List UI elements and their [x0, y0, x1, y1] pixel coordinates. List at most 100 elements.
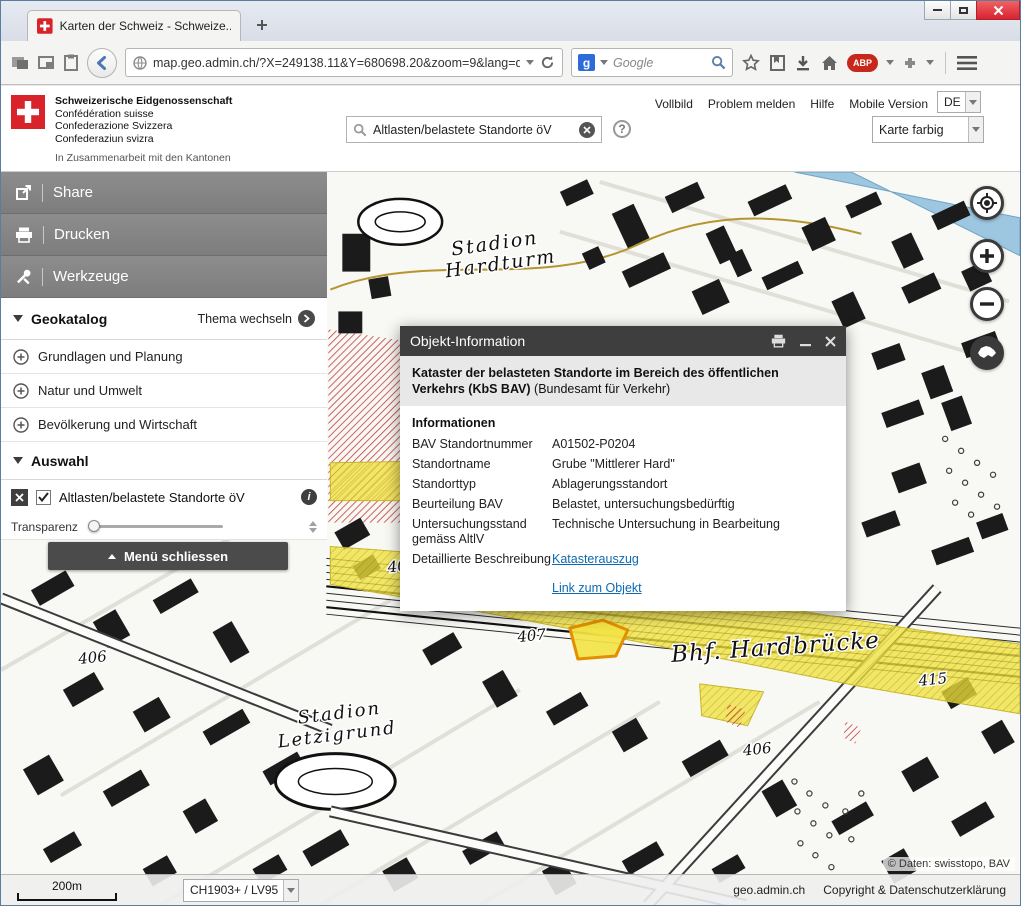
expand-plus-icon	[13, 417, 29, 433]
geoadmin-link[interactable]: geo.admin.ch	[733, 883, 805, 897]
adblock-plus-icon[interactable]: ABP	[847, 54, 878, 72]
layer-search-input[interactable]	[373, 123, 573, 137]
maximize-icon	[959, 7, 968, 14]
source-normal: (Bundesamt für Verkehr)	[534, 382, 670, 396]
close-icon	[993, 5, 1004, 16]
popup-header[interactable]: Objekt-Information	[400, 326, 846, 356]
recent-pages-icon[interactable]	[11, 55, 29, 71]
downloads-icon[interactable]	[794, 54, 812, 72]
theme-switch-button[interactable]: Thema wechseln	[198, 310, 316, 327]
attr-label: Detaillierte Beschreibung	[412, 552, 552, 567]
attr-label: Untersuchungsstand gemäss AltlV	[412, 517, 552, 547]
circle-arrow-icon	[298, 310, 315, 327]
search-help-button[interactable]: ?	[613, 120, 631, 138]
new-tab-button[interactable]	[249, 13, 275, 37]
layer-info-button[interactable]: i	[301, 489, 317, 505]
transparency-slider[interactable]	[88, 525, 223, 528]
move-down-icon	[309, 528, 317, 533]
search-bar[interactable]: g Google	[571, 48, 733, 77]
print-icon[interactable]	[771, 334, 786, 348]
catalog-item-natur[interactable]: Natur und Umwelt	[1, 374, 327, 408]
tools-button[interactable]: Werkzeuge	[1, 256, 327, 298]
clipboard-icon[interactable]	[63, 54, 79, 71]
url-dropdown-icon[interactable]	[526, 60, 534, 65]
spot-height-407: 407	[516, 625, 548, 646]
addon-dropdown-icon[interactable]	[926, 60, 934, 65]
confederation-logo: Schweizerische Eidgenossenschaft Confédé…	[11, 95, 232, 165]
close-menu-label: Menü schliessen	[124, 549, 228, 564]
catalog-item-bevoelkerung[interactable]: Bevölkerung und Wirtschaft	[1, 408, 327, 442]
close-icon[interactable]	[825, 336, 836, 347]
window-preview-icon[interactable]	[37, 55, 55, 71]
logo-line-it: Confederazione Svizzera	[55, 120, 232, 133]
language-select[interactable]: DE	[937, 91, 981, 113]
swiss-cross-icon	[11, 95, 45, 129]
minimize-button[interactable]	[924, 1, 951, 20]
layer-visibility-checkbox[interactable]	[36, 490, 51, 505]
share-button[interactable]: Share	[1, 172, 327, 214]
projection-caret-cell	[283, 880, 298, 901]
search-engine-dropdown-icon[interactable]	[600, 60, 608, 65]
logo-line-rm: Confederaziun svizra	[55, 133, 232, 146]
reload-icon[interactable]	[540, 55, 555, 70]
link-vollbild[interactable]: Vollbild	[655, 97, 693, 111]
layer-search-field[interactable]	[346, 116, 602, 143]
back-button[interactable]	[87, 48, 117, 78]
object-information-popup: Objekt-Information Kataster der belastet…	[400, 326, 846, 611]
magnifier-icon[interactable]	[711, 55, 726, 70]
katasterauszug-link[interactable]: Katasterauszug	[552, 552, 639, 566]
catalog-item-grundlagen[interactable]: Grundlagen und Planung	[1, 340, 327, 374]
catalog-item-label: Grundlagen und Planung	[38, 349, 183, 364]
default-extent-button[interactable]	[970, 336, 1004, 370]
selection-header[interactable]: Auswahl	[1, 442, 327, 480]
map-style-value: Karte farbig	[873, 123, 968, 137]
divider	[43, 226, 44, 244]
attr-value: Belastet, untersuchungsbedürftig	[552, 497, 834, 512]
sidebar: Share Drucken Werkzeuge Geokatalog Thema…	[1, 172, 327, 540]
home-icon[interactable]	[820, 54, 839, 72]
bookmark-star-icon[interactable]	[741, 53, 761, 73]
map-style-select[interactable]: Karte farbig	[872, 116, 984, 143]
addon-icon[interactable]	[902, 55, 918, 71]
logo-text: Schweizerische Eidgenossenschaft Confédé…	[55, 95, 232, 165]
map-style-caret-cell	[968, 117, 983, 142]
catalog-item-label: Bevölkerung und Wirtschaft	[38, 417, 197, 432]
map-attribution[interactable]: © Daten: swisstopo, BAV	[883, 857, 1015, 871]
projection-select[interactable]: CH1903+ / LV95	[183, 879, 299, 902]
close-menu-button[interactable]: Menü schliessen	[48, 542, 288, 570]
link-problem-melden[interactable]: Problem melden	[708, 97, 795, 111]
globe-icon	[133, 56, 147, 70]
copyright-link[interactable]: Copyright & Datenschutzerklärung	[823, 883, 1006, 897]
move-up-icon	[309, 521, 317, 526]
link-zum-objekt[interactable]: Link zum Objekt	[552, 581, 642, 595]
geolocate-button[interactable]	[970, 186, 1004, 220]
attr-label: Standortname	[412, 457, 552, 472]
remove-layer-button[interactable]	[11, 489, 28, 506]
layer-reorder-icons[interactable]	[309, 521, 317, 533]
close-window-button[interactable]	[976, 1, 1020, 20]
browser-tab[interactable]: Karten der Schweiz - Schweize...	[27, 10, 241, 41]
adblock-dropdown-icon[interactable]	[886, 60, 894, 65]
slider-knob[interactable]	[88, 520, 100, 532]
minimize-icon[interactable]	[800, 336, 811, 347]
zoom-out-button[interactable]	[970, 287, 1004, 321]
zoom-in-button[interactable]	[970, 239, 1004, 273]
link-mobile-version[interactable]: Mobile Version	[849, 97, 928, 111]
maximize-button[interactable]	[950, 1, 977, 20]
link-hilfe[interactable]: Hilfe	[810, 97, 834, 111]
bookmarks-panel-icon[interactable]	[769, 54, 786, 72]
clear-search-button[interactable]	[579, 122, 595, 138]
search-placeholder[interactable]: Google	[613, 56, 706, 70]
attr-value: Technische Untersuchung in Bearbeitung	[552, 517, 834, 547]
geocatalog-header[interactable]: Geokatalog Thema wechseln	[1, 298, 327, 340]
print-button[interactable]: Drucken	[1, 214, 327, 256]
browser-window: Karten der Schweiz - Schweize... map.geo…	[0, 0, 1021, 906]
cooperation-note: In Zusammenarbeit mit den Kantonen	[55, 152, 232, 165]
switzerland-outline-icon	[976, 345, 998, 361]
url-text[interactable]: map.geo.admin.ch/?X=249138.11&Y=680698.2…	[153, 56, 520, 70]
url-bar[interactable]: map.geo.admin.ch/?X=249138.11&Y=680698.2…	[125, 48, 563, 77]
menu-hamburger-icon[interactable]	[957, 55, 977, 71]
share-icon	[15, 184, 32, 201]
toolbar-separator	[945, 52, 946, 74]
geocatalog-title: Geokatalog	[31, 311, 107, 327]
